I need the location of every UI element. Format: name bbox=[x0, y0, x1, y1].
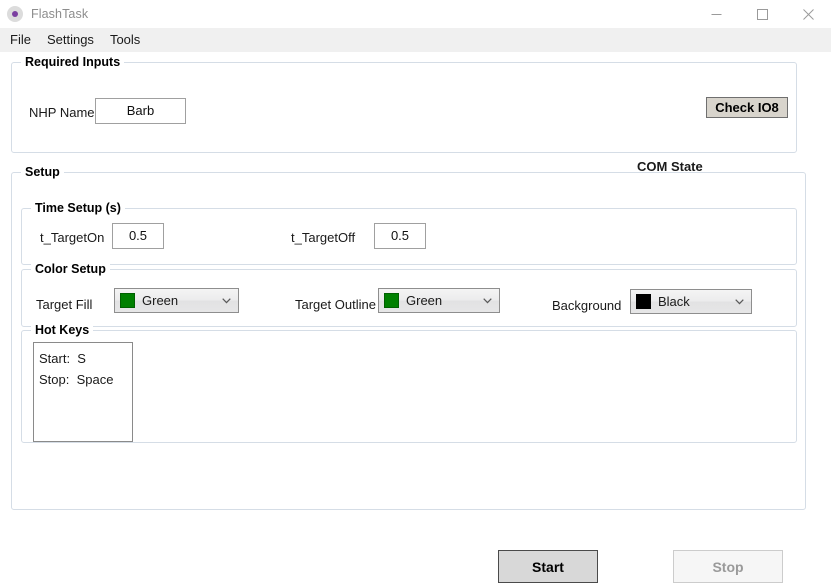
app-circle-icon bbox=[7, 6, 23, 22]
nhp-name-input[interactable]: Barb bbox=[95, 98, 186, 124]
target-fill-dropdown[interactable]: Green bbox=[114, 288, 239, 313]
list-item[interactable]: Stop: Space bbox=[39, 369, 132, 390]
list-item[interactable]: Start: S bbox=[39, 348, 132, 369]
target-outline-dropdown[interactable]: Green bbox=[378, 288, 500, 313]
setup-group: Setup Time Setup (s) t_TargetOn 0.5 t_Ta… bbox=[11, 165, 806, 510]
background-dropdown[interactable]: Black bbox=[630, 289, 752, 314]
target-outline-value: Green bbox=[406, 292, 443, 308]
required-inputs-legend: Required Inputs bbox=[21, 55, 125, 69]
background-value: Black bbox=[658, 293, 690, 309]
minimize-icon[interactable] bbox=[693, 0, 739, 28]
target-outline-label: Target Outline bbox=[295, 297, 376, 312]
start-button[interactable]: Start bbox=[498, 550, 598, 583]
time-setup-legend: Time Setup (s) bbox=[31, 201, 125, 215]
nhp-name-label: NHP Name bbox=[29, 105, 95, 120]
background-color-swatch bbox=[636, 294, 651, 309]
title-bar: FlashTask bbox=[0, 0, 831, 28]
hot-keys-legend: Hot Keys bbox=[31, 323, 94, 337]
target-fill-value: Green bbox=[142, 292, 179, 308]
color-setup-legend: Color Setup bbox=[31, 262, 110, 276]
time-setup-group: Time Setup (s) t_TargetOn 0.5 t_TargetOf… bbox=[21, 201, 797, 265]
hot-keys-group: Hot Keys Start: S Stop: Space bbox=[21, 323, 797, 443]
menu-bar: File Settings Tools bbox=[0, 28, 831, 52]
menu-item-file[interactable]: File bbox=[2, 29, 39, 51]
color-setup-group: Color Setup Target Fill Green Target Out… bbox=[21, 262, 797, 327]
t-target-on-input[interactable]: 0.5 bbox=[112, 223, 164, 249]
window-title: FlashTask bbox=[31, 7, 89, 21]
close-icon[interactable] bbox=[785, 0, 831, 28]
check-io8-button[interactable]: Check IO8 bbox=[706, 97, 788, 118]
menu-item-settings[interactable]: Settings bbox=[39, 29, 102, 51]
window-controls bbox=[693, 0, 831, 28]
t-target-off-label: t_TargetOff bbox=[291, 230, 356, 245]
setup-legend: Setup bbox=[21, 165, 64, 179]
target-fill-label: Target Fill bbox=[36, 297, 93, 312]
background-label: Background bbox=[552, 298, 622, 313]
chevron-down-icon bbox=[218, 297, 234, 304]
chevron-down-icon bbox=[731, 298, 747, 305]
t-target-off-input[interactable]: 0.5 bbox=[374, 223, 426, 249]
hot-keys-listbox[interactable]: Start: S Stop: Space bbox=[33, 342, 133, 442]
required-inputs-group: Required Inputs NHP Name Barb COM State … bbox=[11, 55, 797, 174]
maximize-icon[interactable] bbox=[739, 0, 785, 28]
app-icon-dot bbox=[12, 11, 18, 17]
target-outline-color-swatch bbox=[384, 293, 399, 308]
chevron-down-icon bbox=[479, 297, 495, 304]
flashtask-window: FlashTask File Settings Tools Required I… bbox=[0, 0, 831, 587]
t-target-on-label: t_TargetOn bbox=[40, 230, 105, 245]
stop-button[interactable]: Stop bbox=[673, 550, 783, 583]
menu-item-tools[interactable]: Tools bbox=[102, 29, 148, 51]
target-fill-color-swatch bbox=[120, 293, 135, 308]
